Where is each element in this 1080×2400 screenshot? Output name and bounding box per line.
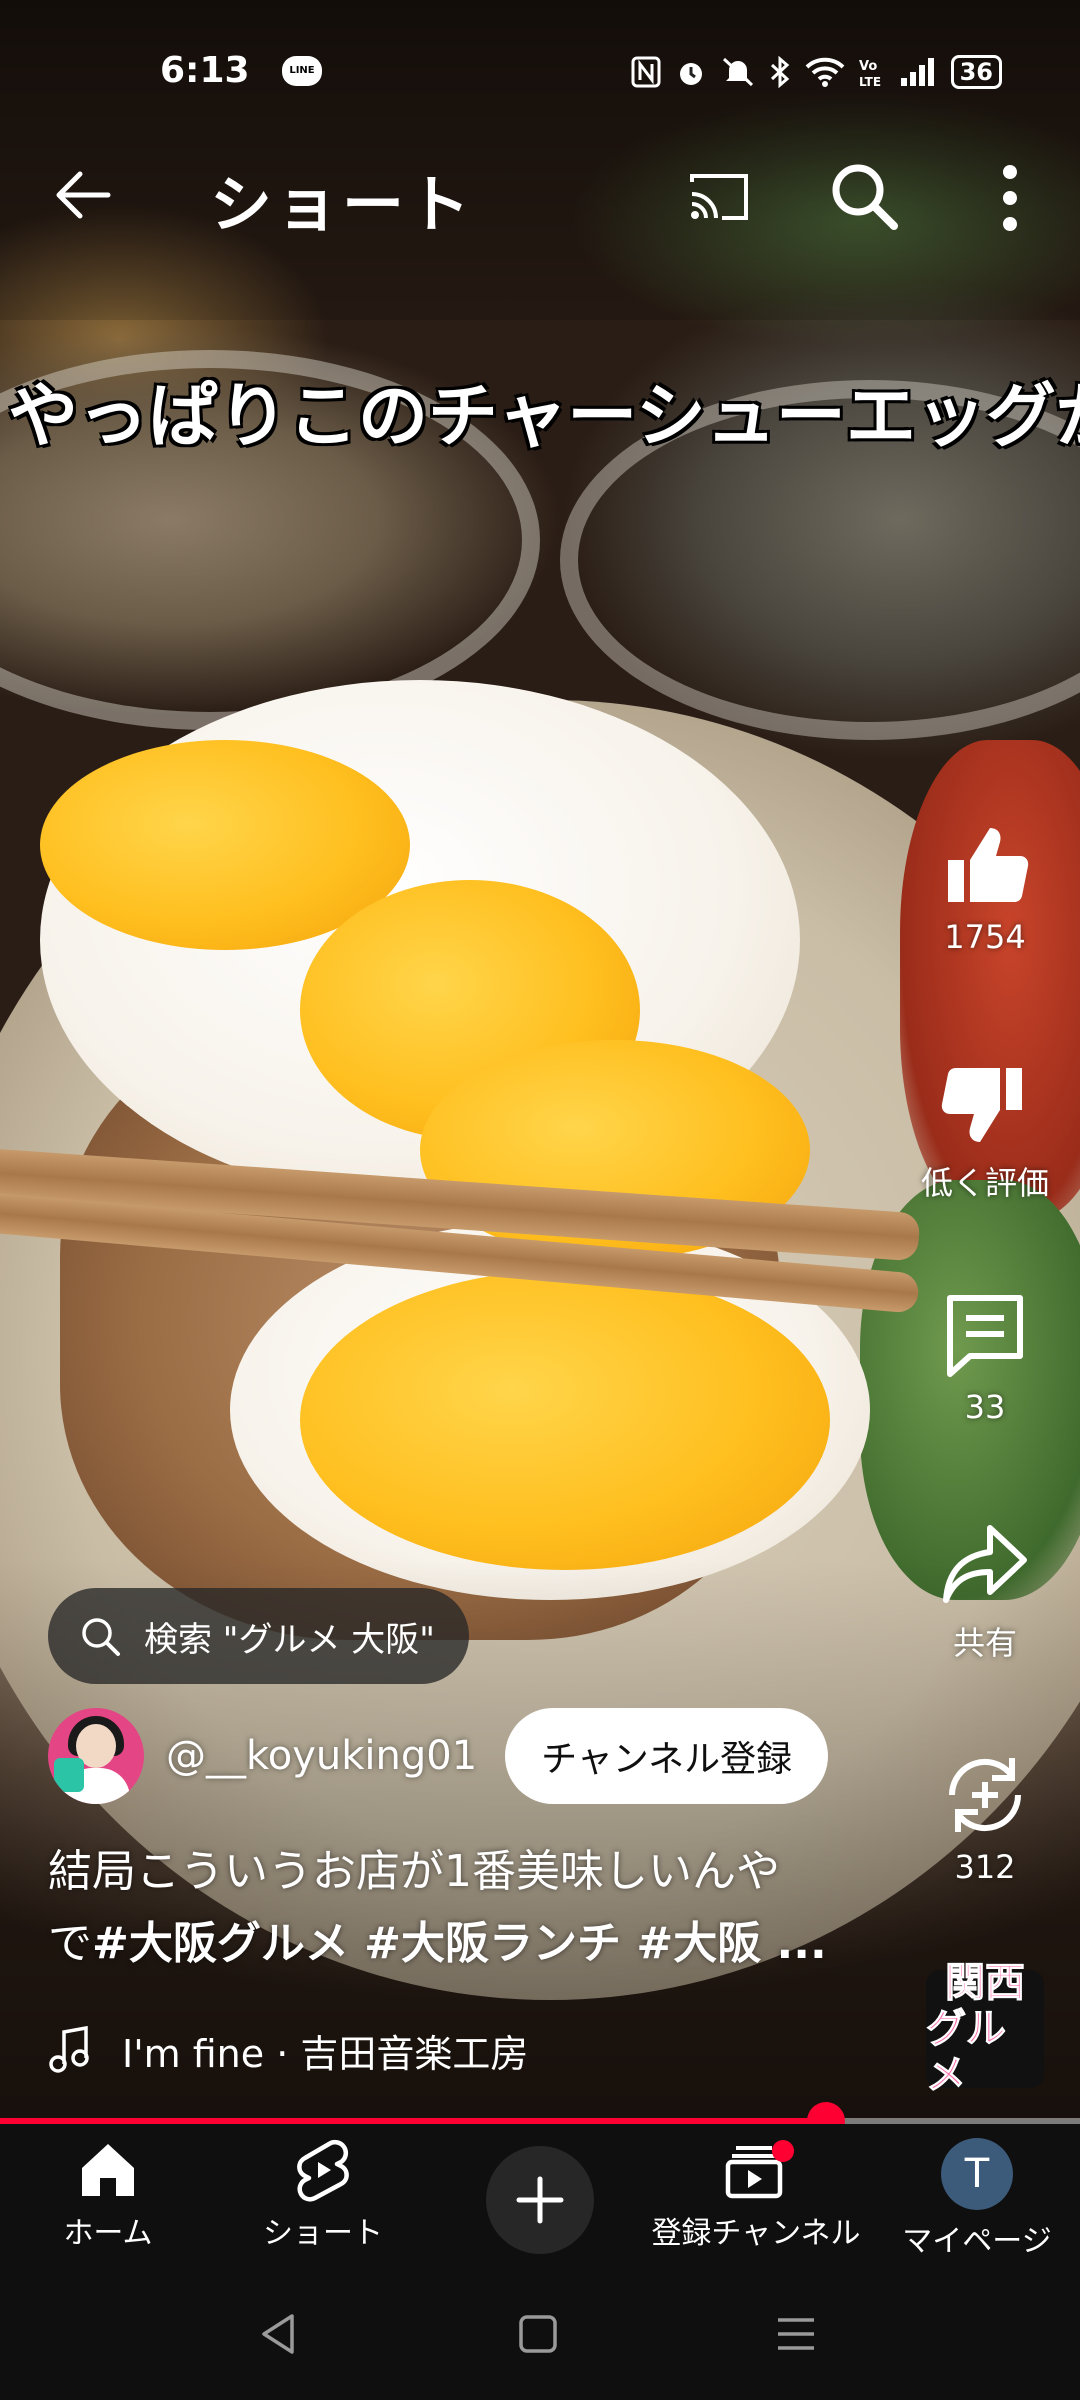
channel-row: @__koyuking01 チャンネル登録 (48, 1706, 829, 1806)
comment-count: 33 (964, 1388, 1006, 1426)
account-avatar: T (941, 2138, 1013, 2210)
nfc-icon (631, 56, 661, 88)
share-button[interactable]: 共有 (920, 1520, 1050, 1664)
nav-you[interactable]: T マイページ (892, 2138, 1062, 2260)
description-line1: 結局こういうお店が1番美味しいんや (48, 1846, 780, 1897)
share-icon (943, 1525, 1027, 1603)
music-row[interactable]: I'm fine · 吉田音楽工房 (48, 2020, 528, 2080)
nav-home[interactable]: ホーム (42, 2138, 174, 2252)
shorts-icon (297, 2139, 349, 2202)
music-title: I'm fine · 吉田音楽工房 (122, 2031, 529, 2076)
page-title: ショート (210, 168, 475, 241)
status-icons: Vo LTE 36 (631, 50, 1002, 94)
description-line2-prefix: で (48, 1918, 92, 1969)
search-icon (82, 1618, 120, 1656)
remix-icon (949, 1758, 1021, 1832)
search-icon[interactable] (826, 158, 902, 234)
system-back-icon[interactable] (258, 2312, 298, 2356)
egg-yolk (300, 1270, 830, 1570)
like-count: 1754 (944, 918, 1026, 956)
more-options-icon[interactable] (980, 158, 1040, 238)
badge-line2: グルメ (926, 2006, 1007, 2099)
signal-icon (900, 58, 934, 86)
related-search-chip[interactable]: 検索 "グルメ 大阪" (48, 1588, 469, 1684)
share-label: 共有 (952, 1624, 1017, 1662)
dislike-label: 低く評価 (920, 1164, 1049, 1202)
video-overlay-caption: やっぱりこのチャーシューエッグが (8, 374, 1080, 457)
video-description[interactable]: 結局こういうお店が1番美味しいんや で#大阪グルメ #大阪ランチ #大阪 ... (48, 1836, 868, 1980)
home-icon (82, 2144, 134, 2196)
volte-icon: VoLTE (859, 59, 881, 88)
bottom-navigation: ホーム ショート 登録チャンネル T マイページ (0, 2124, 1080, 2274)
thumbs-up-icon (948, 828, 1029, 902)
system-recents-icon[interactable] (776, 2312, 816, 2356)
system-navigation-bar (0, 2274, 1080, 2400)
create-button[interactable] (486, 2146, 594, 2254)
music-note-icon (49, 2026, 89, 2073)
cast-icon[interactable] (684, 162, 754, 232)
like-button[interactable]: 1754 (920, 820, 1050, 956)
nav-home-label: ホーム (63, 2216, 153, 2251)
description-hashtags[interactable]: #大阪グルメ #大阪ランチ #大阪 ... (92, 1918, 827, 1969)
wifi-icon (805, 57, 844, 87)
status-time: 6:13 (160, 50, 250, 91)
search-chip-text: 検索 "グルメ 大阪" (144, 1619, 435, 1660)
nav-subscriptions-label: 登録チャンネル (651, 2216, 861, 2251)
nav-shorts[interactable]: ショート (248, 2138, 398, 2252)
remix-count: 312 (954, 1848, 1016, 1886)
remix-button[interactable]: 312 (920, 1750, 1050, 1886)
system-home-icon[interactable] (516, 2312, 560, 2356)
line-notification-icon: LINE (282, 56, 322, 86)
channel-handle[interactable]: @__koyuking01 (166, 1733, 477, 1779)
subscribe-button[interactable]: チャンネル登録 (505, 1708, 829, 1804)
comments-button[interactable]: 33 (920, 1290, 1050, 1426)
channel-avatar[interactable] (48, 1708, 144, 1804)
nav-you-label: マイページ (902, 2224, 1052, 2259)
plus-icon (516, 2176, 564, 2224)
status-bar: 6:13 LINE Vo LTE 36 (0, 0, 1080, 140)
alarm-icon (679, 63, 702, 85)
thumbs-down-icon (941, 1068, 1022, 1142)
svg-text:LTE: LTE (859, 75, 881, 88)
dislike-button[interactable]: 低く評価 (902, 1060, 1068, 1204)
top-app-bar: ショート (0, 140, 1080, 250)
nav-shorts-label: ショート (263, 2216, 383, 2251)
new-content-dot (772, 2140, 794, 2162)
mute-icon (722, 57, 753, 87)
svg-text:Vo: Vo (859, 59, 877, 74)
comment-icon (947, 1295, 1023, 1377)
badge-line1: 関西 (945, 1960, 1026, 2007)
channel-logo-badge[interactable]: 関西 グルメ (926, 1960, 1044, 2099)
battery-icon: 36 (950, 55, 1002, 89)
bluetooth-icon (770, 56, 789, 88)
back-arrow-icon[interactable] (48, 160, 118, 230)
nav-subscriptions[interactable]: 登録チャンネル (646, 2138, 866, 2252)
